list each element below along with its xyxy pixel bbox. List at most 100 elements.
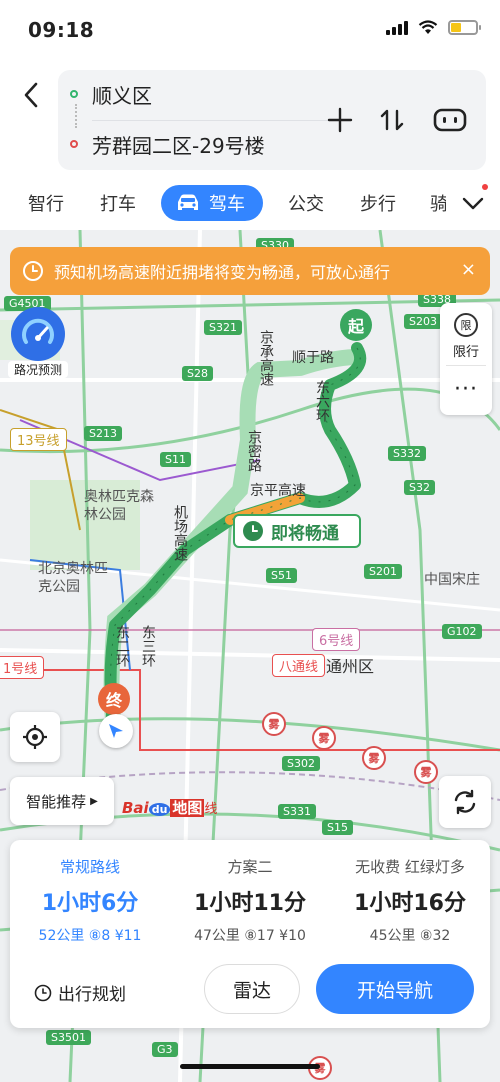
- radar-button[interactable]: 雷达: [204, 964, 300, 1014]
- road-badge: S203: [404, 314, 442, 329]
- road-badge: S331: [278, 804, 316, 819]
- status-bar: 09:18: [0, 0, 500, 60]
- restriction-icon[interactable]: 限: [454, 313, 478, 337]
- traffic-banner[interactable]: 预知机场高速附近拥堵将变为畅通，可放心通行 ×: [10, 247, 490, 295]
- locate-me-button[interactable]: [10, 712, 60, 762]
- swap-icon: [380, 109, 404, 131]
- road-badge: S32: [404, 480, 435, 495]
- back-button[interactable]: [18, 80, 46, 110]
- traffic-forecast-label: 路况预测: [8, 361, 68, 378]
- divider: [446, 365, 486, 366]
- road-label: 机场高速: [172, 505, 188, 561]
- trip-planning-button[interactable]: 出行规划: [34, 980, 126, 1005]
- route-plan-list: 常规路线 1小时6分 52公里 ⑧8 ¥11 方案二 1小时11分 47公里 ⑧…: [10, 840, 490, 950]
- speedometer-icon: [11, 307, 65, 361]
- destination-dot-icon: [70, 140, 78, 148]
- notification-dot: [482, 184, 488, 190]
- refresh-route-button[interactable]: [439, 776, 491, 828]
- wifi-icon: [418, 20, 438, 34]
- car-icon: [178, 194, 198, 210]
- route-plan-option[interactable]: 常规路线 1小时6分 52公里 ⑧8 ¥11: [10, 840, 170, 950]
- road-badge: S3501: [46, 1030, 91, 1045]
- add-waypoint-button[interactable]: [320, 100, 360, 140]
- swap-route-button[interactable]: [372, 100, 412, 140]
- chevron-left-icon: [24, 82, 38, 108]
- road-badge: S321: [204, 320, 242, 335]
- plan-time: 1小时11分: [194, 891, 306, 916]
- subway-line-badge: 八通线: [272, 654, 326, 677]
- plus-icon: [327, 107, 353, 133]
- traffic-clearing-text: 即将畅通: [271, 523, 339, 544]
- status-icons: [386, 20, 481, 35]
- more-modes-button[interactable]: [460, 190, 486, 216]
- end-marker[interactable]: 终: [98, 683, 130, 715]
- fog-weather-icon: 雾: [362, 746, 386, 770]
- current-location-arrow-icon: [99, 714, 133, 748]
- park-label: 奥林匹克森林公园: [84, 489, 154, 523]
- start-marker[interactable]: 起: [340, 309, 372, 341]
- tab-drive-label: 驾车: [209, 194, 245, 215]
- road-label: 东三环: [140, 625, 156, 667]
- banner-close-button[interactable]: ×: [461, 259, 476, 280]
- origin-dot-icon: [70, 90, 78, 98]
- park-label: 北京奥林匹克公园: [38, 561, 108, 595]
- smart-recommend-label: 智能推荐: [26, 792, 87, 811]
- tab-walk[interactable]: 步行: [360, 185, 396, 221]
- more-options-button[interactable]: ···: [440, 377, 492, 402]
- robot-face-icon: [433, 108, 467, 132]
- plan-meta: 52公里 ⑧8 ¥11: [38, 928, 142, 944]
- road-badge: S213: [84, 426, 122, 441]
- tab-transit-label: 公交: [288, 194, 324, 215]
- subway-line-badge: 6号线: [312, 628, 361, 651]
- tab-drive[interactable]: 驾车: [161, 185, 263, 221]
- tab-transit[interactable]: 公交: [288, 185, 324, 221]
- fog-weather-icon: 雾: [262, 712, 286, 736]
- clock-icon: [23, 261, 43, 281]
- sheet-actions: 出行规划 雷达 开始导航: [10, 950, 490, 1028]
- destination-text: 芳群园二区-29号楼: [92, 133, 265, 158]
- chevron-down-icon: [462, 197, 484, 210]
- plan-title: 无收费 红绿灯多: [355, 858, 465, 876]
- road-badge: S201: [364, 564, 402, 579]
- tab-smart[interactable]: 智行: [28, 185, 64, 221]
- plan-time: 1小时16分: [354, 891, 466, 916]
- cellular-signal-icon: [386, 20, 408, 35]
- road-badge: G102: [442, 624, 482, 639]
- smart-recommend-button[interactable]: 智能推荐 ▶: [10, 777, 114, 825]
- road-label: 京平高速: [250, 483, 306, 499]
- plan-meta: 47公里 ⑧17 ¥10: [194, 928, 306, 944]
- restriction-label[interactable]: 限行: [440, 341, 492, 360]
- route-input-box: 顺义区 芳群园二区-29号楼: [58, 70, 486, 170]
- tab-smart-label: 智行: [28, 194, 64, 215]
- start-navigation-button[interactable]: 开始导航: [316, 964, 474, 1014]
- tab-ride[interactable]: 骑: [430, 185, 446, 221]
- route-plans-sheet: 常规路线 1小时6分 52公里 ⑧8 ¥11 方案二 1小时11分 47公里 ⑧…: [10, 840, 490, 1028]
- road-label: 京密路: [246, 430, 262, 472]
- route-divider: [92, 120, 342, 121]
- plan-title: 方案二: [227, 858, 273, 876]
- tab-taxi-label: 打车: [100, 194, 136, 215]
- origin-field[interactable]: 顺义区: [70, 74, 152, 114]
- road-label: 东二环: [114, 625, 130, 667]
- subway-line-badge: 13号线: [10, 428, 67, 451]
- banner-text: 预知机场高速附近拥堵将变为畅通，可放心通行: [54, 263, 391, 282]
- baidu-map-logo: Bai du 地图线: [122, 799, 218, 817]
- traffic-forecast-button[interactable]: 路况预测: [8, 305, 68, 381]
- route-plan-option[interactable]: 方案二 1小时11分 47公里 ⑧17 ¥10: [170, 840, 330, 950]
- destination-field[interactable]: 芳群园二区-29号楼: [70, 124, 265, 164]
- tab-taxi[interactable]: 打车: [100, 185, 136, 221]
- traffic-clearing-bubble[interactable]: 即将畅通: [233, 514, 361, 548]
- fog-weather-icon: 雾: [312, 726, 336, 750]
- fog-weather-icon: 雾: [414, 760, 438, 784]
- tab-walk-label: 步行: [360, 194, 396, 215]
- subway-line-badge: 1号线: [0, 656, 45, 679]
- route-plan-option[interactable]: 无收费 红绿灯多 1小时16分 45公里 ⑧32: [330, 840, 490, 950]
- clock-icon: [243, 521, 263, 541]
- road-badge: S15: [322, 820, 353, 835]
- road-badge: S302: [282, 756, 320, 771]
- tab-ride-label: 骑: [430, 194, 446, 215]
- road-badge: S332: [388, 446, 426, 461]
- home-indicator: [180, 1064, 320, 1069]
- district-label: 通州区: [326, 657, 375, 676]
- voice-assistant-button[interactable]: [430, 100, 470, 140]
